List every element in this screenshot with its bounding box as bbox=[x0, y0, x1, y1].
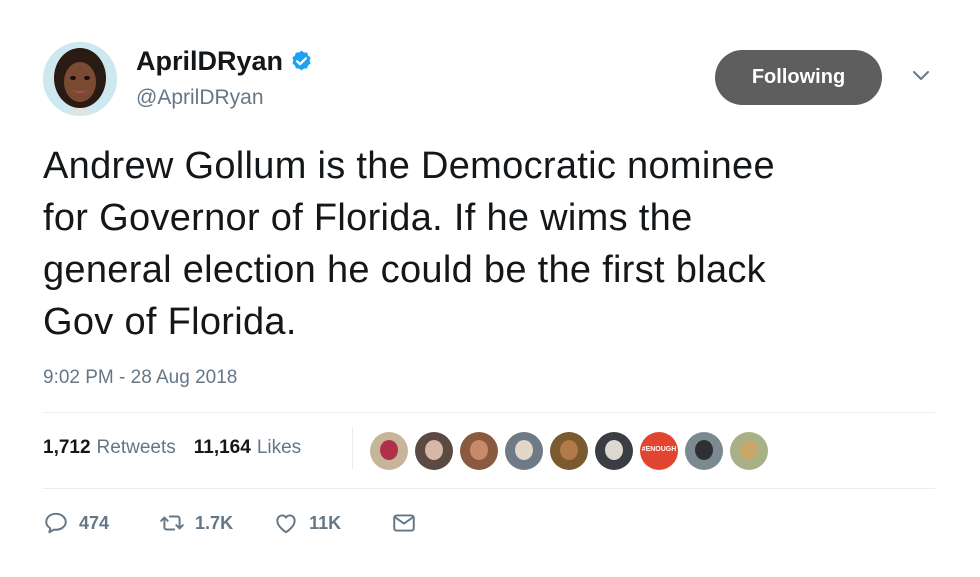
divider bbox=[43, 412, 935, 413]
retweets-label: Retweets bbox=[96, 437, 176, 458]
liker-avatar[interactable] bbox=[550, 432, 588, 470]
liker-avatar[interactable] bbox=[370, 432, 408, 470]
tweet-stats: 1,712 Retweets 11,164 Likes bbox=[43, 437, 301, 459]
following-button[interactable]: Following bbox=[715, 50, 882, 105]
liker-avatar[interactable] bbox=[505, 432, 543, 470]
liker-avatar-face bbox=[560, 440, 578, 460]
retweet-button[interactable]: 1.7K bbox=[159, 510, 233, 536]
author-name-row[interactable]: AprilDRyan bbox=[136, 46, 314, 77]
divider bbox=[43, 488, 935, 489]
liker-avatar[interactable] bbox=[595, 432, 633, 470]
likes-stat[interactable]: 11,164 Likes bbox=[194, 437, 301, 459]
liker-avatar-face bbox=[605, 440, 623, 460]
liker-avatar-face bbox=[740, 440, 758, 460]
author-handle[interactable]: @AprilDRyan bbox=[136, 86, 264, 110]
retweets-stat[interactable]: 1,712 Retweets bbox=[43, 437, 176, 459]
retweet-icon bbox=[160, 515, 184, 531]
like-count: 11K bbox=[309, 512, 342, 533]
liker-avatar[interactable] bbox=[415, 432, 453, 470]
liker-avatar[interactable] bbox=[460, 432, 498, 470]
likes-label: Likes bbox=[256, 437, 302, 458]
retweet-count: 1.7K bbox=[195, 512, 234, 533]
stats-separator bbox=[352, 428, 353, 470]
liker-avatar[interactable] bbox=[685, 432, 723, 470]
liker-avatar-face bbox=[470, 440, 488, 460]
direct-message-button[interactable] bbox=[391, 510, 417, 536]
liker-avatar-face bbox=[695, 440, 713, 460]
envelope-icon bbox=[393, 514, 415, 532]
reply-count: 474 bbox=[79, 512, 110, 533]
liker-avatar[interactable] bbox=[730, 432, 768, 470]
liker-avatars: #ENOUGH bbox=[370, 432, 775, 470]
liker-avatar[interactable]: #ENOUGH bbox=[640, 432, 678, 470]
display-name[interactable]: AprilDRyan bbox=[136, 46, 283, 77]
retweets-count: 1,712 bbox=[43, 437, 91, 458]
tweet-actions: 474 1.7K 11K bbox=[43, 510, 417, 536]
liker-avatar-face bbox=[425, 440, 443, 460]
avatar[interactable] bbox=[43, 42, 117, 116]
tweet-timestamp[interactable]: 9:02 PM - 28 Aug 2018 bbox=[43, 367, 237, 389]
liker-avatar-badge: #ENOUGH bbox=[641, 446, 677, 453]
chevron-down-icon[interactable] bbox=[911, 68, 931, 84]
tweet-line: Andrew Gollum is the Democratic nominee bbox=[43, 145, 775, 187]
like-button[interactable]: 11K bbox=[273, 510, 341, 536]
reply-icon bbox=[45, 512, 67, 534]
liker-avatar-face bbox=[380, 440, 398, 460]
heart-icon bbox=[276, 514, 296, 534]
reply-button[interactable]: 474 bbox=[43, 510, 109, 536]
tweet-line: Gov of Florida. bbox=[43, 301, 297, 343]
likes-count: 11,164 bbox=[193, 437, 251, 458]
tweet-text: Andrew Gollum is the Democratic nominee … bbox=[43, 140, 943, 348]
liker-avatar-face bbox=[515, 440, 533, 460]
tweet-line: for Governor of Florida. If he wims the bbox=[43, 197, 693, 239]
verified-badge-icon bbox=[292, 50, 311, 71]
tweet-line: general election he could be the first b… bbox=[43, 249, 766, 291]
